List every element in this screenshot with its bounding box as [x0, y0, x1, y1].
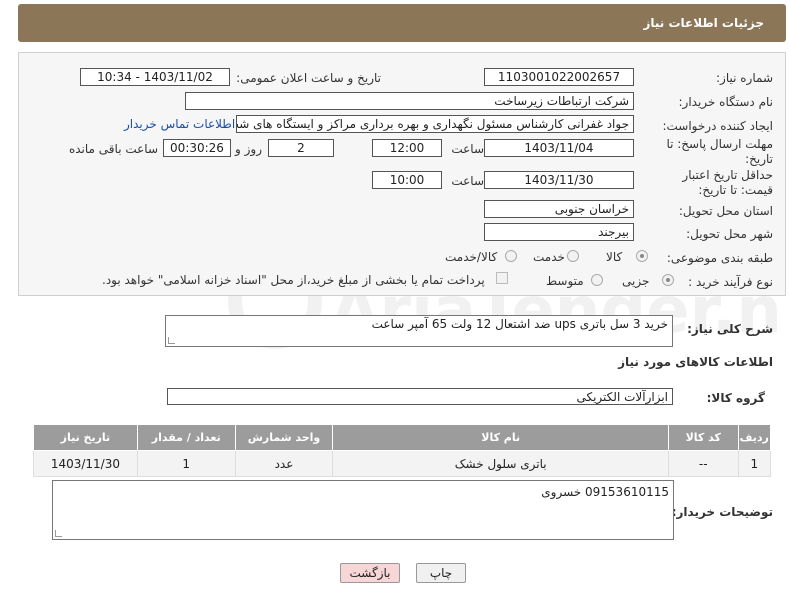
validity-label: حداقل تاریخ اعتبار قیمت: تا تاریخ: [682, 168, 773, 197]
buyer-org-field: شرکت ارتباطات زیرساخت [185, 92, 634, 110]
summary-label: شرح کلی نیاز: [687, 322, 773, 336]
goods-group-label: گروه کالا: [706, 391, 765, 405]
category-label: طبقه بندی موضوعی: [666, 251, 773, 265]
validity-time-field: 10:00 [372, 171, 442, 189]
print-button[interactable]: چاپ [416, 563, 466, 583]
col-need-date: تاریخ نیاز [33, 424, 138, 451]
col-code: کد کالا [668, 424, 739, 451]
buyer-contact-link[interactable]: اطلاعات تماس خریدار [124, 117, 235, 131]
process-option-medium: متوسط [546, 274, 584, 288]
remaining-time-field: 00:30:26 [163, 139, 231, 157]
resize-handle[interactable] [168, 337, 175, 344]
validity-time-label: ساعت [451, 174, 484, 188]
process-option-minor: جزیی [622, 274, 650, 288]
col-row: ردیف [737, 424, 772, 451]
announce-label: تاریخ و ساعت اعلان عمومی: [236, 71, 381, 85]
category-radio-service[interactable] [567, 250, 579, 262]
cell-need-date: 1403/11/30 [33, 450, 138, 477]
back-button[interactable]: بازگشت [340, 563, 400, 583]
deadline-time-field: 12:00 [372, 139, 442, 157]
city-label: شهر محل تحویل: [686, 227, 773, 241]
deadline-date-field: 1403/11/04 [484, 139, 634, 157]
process-label: نوع فرآیند خرید : [688, 275, 773, 289]
category-option-goods: کالا [606, 250, 623, 264]
goods-table: ردیف کد کالا نام کالا واحد شمارش تعداد /… [33, 424, 772, 477]
days-label: روز و [235, 142, 262, 156]
goods-group-field: ابزارآلات الکتریکی [167, 388, 673, 405]
col-quantity: تعداد / مقدار [136, 424, 236, 451]
treasury-payment-note: پرداخت تمام یا بخشی از مبلغ خرید،از محل … [102, 273, 485, 287]
goods-section-title: اطلاعات کالاهای مورد نیاز [618, 355, 773, 369]
buyer-org-label: نام دستگاه خریدار: [678, 95, 774, 109]
resize-handle[interactable] [55, 530, 62, 537]
page-header: جزئیات اطلاعات نیاز [18, 4, 786, 42]
deadline-time-label: ساعت [451, 142, 484, 156]
deadline-label: مهلت ارسال پاسخ: تا تاریخ: [666, 137, 773, 166]
category-option-service: خدمت [533, 250, 565, 264]
creator-label: ایجاد کننده درخواست: [662, 119, 773, 133]
col-name: نام کالا [332, 424, 669, 451]
col-unit: واحد شمارش [234, 424, 334, 451]
cell-unit: عدد [234, 450, 334, 477]
announce-field: 1403/11/02 - 10:34 [80, 68, 230, 86]
process-radio-medium[interactable] [591, 274, 603, 286]
buyer-notes-label: توضیحات خریدار: [671, 505, 773, 519]
city-field: بیرجند [484, 223, 634, 241]
category-option-both: کالا/خدمت [445, 250, 498, 264]
province-label: استان محل تحویل: [678, 204, 773, 218]
remaining-label: ساعت باقی مانده [68, 142, 158, 156]
days-field: 2 [268, 139, 334, 157]
summary-textarea[interactable]: خرید 3 سل باتری ups ضد اشتعال 12 ولت 65 … [165, 315, 673, 347]
process-radio-minor[interactable] [662, 274, 674, 286]
treasury-payment-checkbox[interactable] [496, 272, 508, 284]
summary-text: خرید 3 سل باتری ups ضد اشتعال 12 ولت 65 … [371, 317, 668, 331]
buyer-notes-text: 09153610115 خسروی [541, 485, 669, 499]
creator-field: جواد غفرانی کارشناس مسئول نگهداری و بهره… [236, 115, 634, 133]
cell-row: 1 [737, 450, 772, 477]
page-title: جزئیات اطلاعات نیاز [643, 16, 764, 30]
need-number-label: شماره نیاز: [716, 71, 773, 85]
goods-table-header: ردیف کد کالا نام کالا واحد شمارش تعداد /… [33, 424, 772, 451]
buyer-notes-textarea[interactable]: 09153610115 خسروی [52, 480, 674, 540]
cell-name: باتری سلول خشک [332, 450, 669, 477]
validity-date-field: 1403/11/30 [484, 171, 634, 189]
category-radio-both[interactable] [505, 250, 517, 262]
table-row: 1 -- باتری سلول خشک عدد 1 1403/11/30 [33, 450, 772, 477]
cell-code: -- [668, 450, 739, 477]
province-field: خراسان جنوبی [484, 200, 634, 218]
category-radio-goods[interactable] [636, 250, 648, 262]
cell-quantity: 1 [136, 450, 236, 477]
need-number-field: 1103001022002657 [484, 68, 634, 86]
